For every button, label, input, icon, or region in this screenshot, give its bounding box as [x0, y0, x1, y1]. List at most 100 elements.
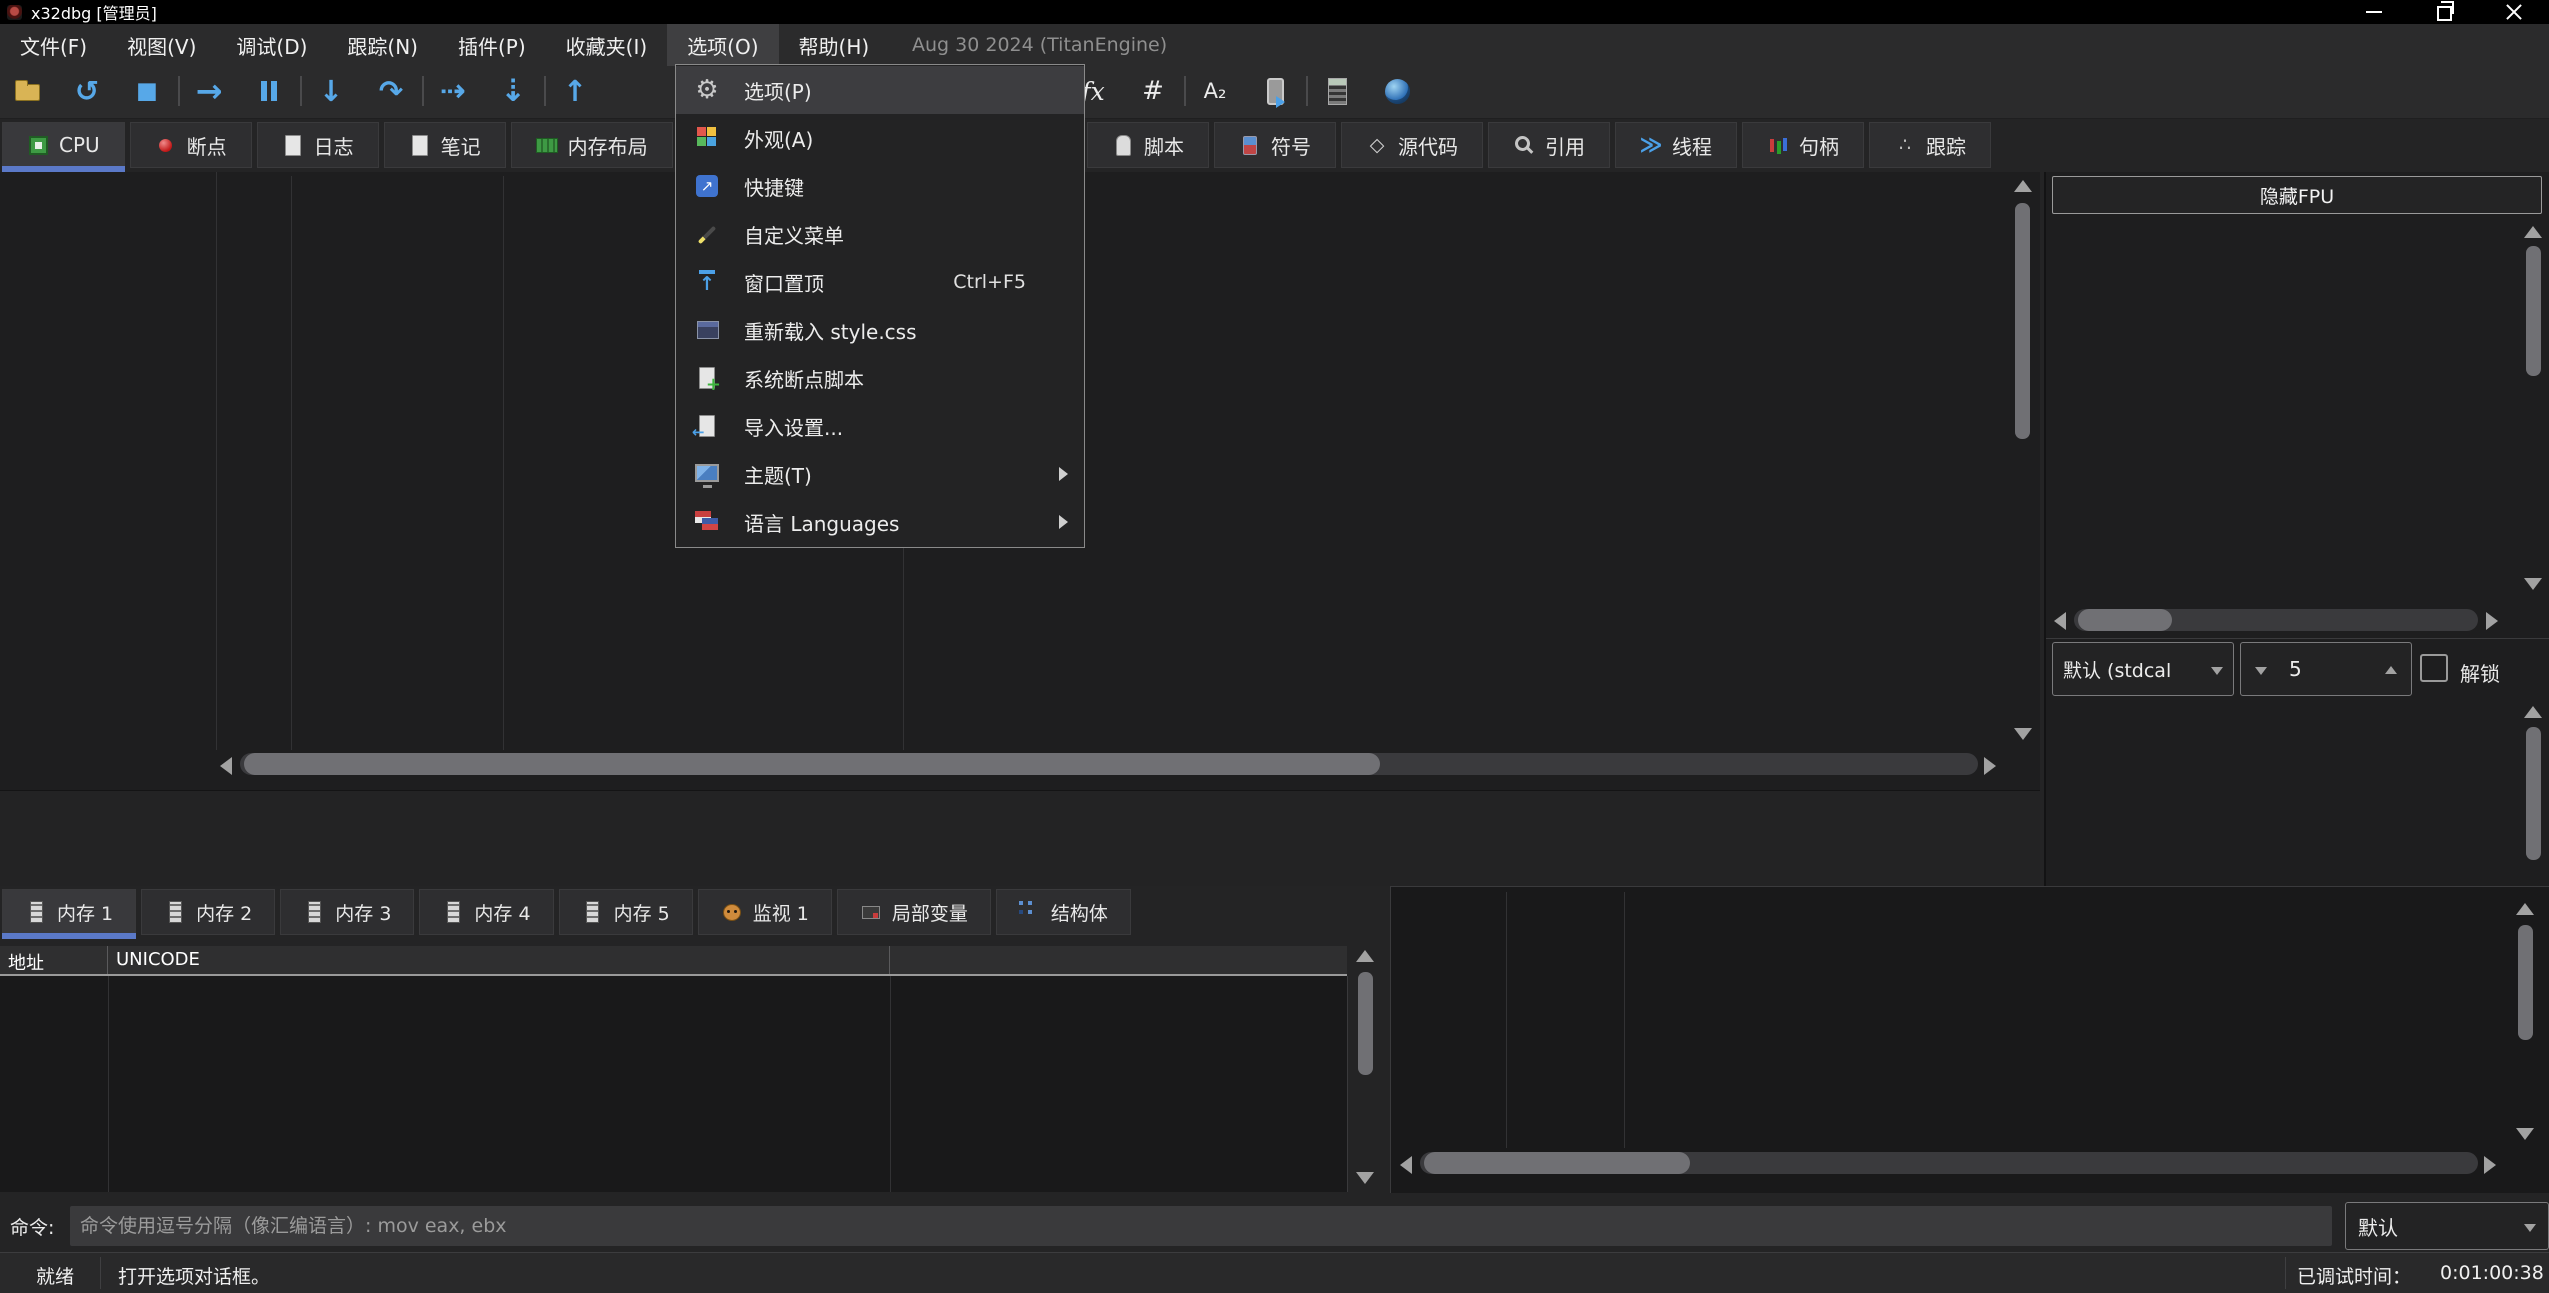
cpu-vscroll-down-arrow[interactable] [2014, 728, 2032, 740]
tab-handles[interactable]: 句柄 [1742, 122, 1864, 168]
submenu-arrow-icon [1059, 515, 1068, 529]
tab-dump-3[interactable]: 内存 3 [280, 889, 414, 935]
trace-into-button[interactable] [496, 71, 530, 111]
step-out-button[interactable] [558, 71, 592, 111]
registers-hscroll-right-arrow[interactable] [2486, 612, 2498, 630]
spinner-increment-icon[interactable] [2385, 666, 2397, 674]
cpu-hscroll-left-arrow[interactable] [220, 757, 232, 775]
menu-item-options[interactable]: 选项(P) [676, 66, 1084, 114]
tab-breakpoints[interactable]: 断点 [130, 122, 252, 168]
menu-debug[interactable]: 调试(D) [216, 24, 327, 66]
stack-panel[interactable] [1390, 886, 2549, 1193]
tab-threads[interactable]: 线程 [1615, 122, 1737, 168]
tab-cpu[interactable]: CPU [2, 122, 125, 168]
internet-button[interactable] [1380, 71, 1414, 111]
calling-convention-select[interactable]: 默认 (stdcal [2052, 642, 2234, 696]
tab-dump-5[interactable]: 内存 5 [559, 889, 693, 935]
tab-dump-2[interactable]: 内存 2 [141, 889, 275, 935]
stop-button[interactable] [130, 71, 164, 111]
column-header-address[interactable]: 地址 [0, 946, 108, 974]
menu-item-customize-menus[interactable]: 自定义菜单 [676, 210, 1084, 258]
command-input[interactable] [70, 1206, 2332, 1246]
toolbar-button[interactable] [300, 76, 302, 106]
hide-fpu-button[interactable]: 隐藏FPU [2052, 176, 2542, 214]
stack-hscroll-thumb[interactable] [1424, 1152, 1690, 1174]
menu-item-topmost[interactable]: 窗口置顶 Ctrl+F5 [676, 258, 1084, 306]
cpu-vscroll-thumb[interactable] [2015, 203, 2030, 439]
stack-vscroll-thumb[interactable] [2518, 925, 2533, 1040]
stack-vscroll-down-arrow[interactable] [2516, 1128, 2534, 1140]
stack-hscroll-right-arrow[interactable] [2484, 1156, 2496, 1174]
step-over-button[interactable] [374, 71, 408, 111]
stack-vscroll-up-arrow[interactable] [2516, 903, 2534, 915]
tab-symbols[interactable]: 符号 [1214, 122, 1336, 168]
tab-dump-1[interactable]: 内存 1 [2, 889, 136, 935]
command-profile-select[interactable]: 默认 [2345, 1202, 2549, 1250]
tab-script[interactable]: 脚本 [1087, 122, 1209, 168]
patches-button[interactable] [1136, 71, 1170, 111]
menu-trace[interactable]: 跟踪(N) [327, 24, 438, 66]
registers-vscroll-down-arrow[interactable] [2524, 578, 2542, 590]
tab-dump-4[interactable]: 内存 4 [419, 889, 553, 935]
minimize-button[interactable] [2339, 0, 2409, 24]
tab-references[interactable]: 引用 [1488, 122, 1610, 168]
modules-button[interactable] [1258, 71, 1292, 111]
tab-locals[interactable]: 局部变量 [837, 889, 991, 935]
restore-button[interactable] [2409, 0, 2479, 24]
step-into-button[interactable] [314, 71, 348, 111]
toolbar-button[interactable] [422, 76, 424, 106]
toolbar-button[interactable] [544, 76, 546, 106]
tab-source[interactable]: 源代码 [1341, 122, 1483, 168]
menu-favourites[interactable]: 收藏夹(I) [546, 24, 668, 66]
close-button[interactable] [2479, 0, 2549, 24]
menu-item-reload-style[interactable]: 重新载入 style.css [676, 306, 1084, 354]
menu-options[interactable]: 选项(O) [667, 24, 778, 66]
menu-item-shortcuts[interactable]: 快捷键 [676, 162, 1084, 210]
tab-trace[interactable]: 跟踪 [1869, 122, 1991, 168]
toolbar-button[interactable] [1184, 76, 1186, 106]
tab-log[interactable]: 日志 [257, 122, 379, 168]
restart-button[interactable] [70, 71, 104, 111]
args-vscroll-thumb[interactable] [2526, 727, 2541, 860]
menu-item-icon [692, 172, 722, 200]
spinner-decrement-icon[interactable] [2255, 667, 2267, 675]
menu-help[interactable]: 帮助(H) [779, 24, 890, 66]
args-vscroll-up-arrow[interactable] [2524, 706, 2542, 718]
column-header-unicode[interactable]: UNICODE [108, 946, 890, 974]
toolbar-button[interactable] [178, 76, 180, 106]
menu-item-system-bp-script[interactable]: 系统断点脚本 [676, 354, 1084, 402]
menu-view[interactable]: 视图(V) [107, 24, 216, 66]
tab-notes[interactable]: 笔记 [384, 122, 506, 168]
calculator-button[interactable] [1320, 71, 1354, 111]
toolbar-button[interactable] [1306, 76, 1308, 106]
tab-watch-1[interactable]: 监视 1 [698, 889, 832, 935]
memory-vscroll-down-arrow[interactable] [1356, 1172, 1374, 1184]
argument-count-spinner[interactable]: 5 [2240, 642, 2412, 696]
registers-vscroll-thumb[interactable] [2526, 246, 2541, 376]
memory-dump-body[interactable] [0, 976, 1348, 1192]
tab-memory-map[interactable]: 内存布局 [511, 122, 673, 168]
run-to-user-button[interactable] [436, 71, 470, 111]
menu-item-import-settings[interactable]: 导入设置... [676, 402, 1084, 450]
registers-vscroll-up-arrow[interactable] [2524, 226, 2542, 238]
cpu-hscroll-right-arrow[interactable] [1984, 757, 1996, 775]
tab-struct[interactable]: 结构体 [996, 889, 1131, 935]
memory-vscroll-thumb[interactable] [1358, 972, 1373, 1075]
memory-vscroll-up-arrow[interactable] [1356, 950, 1374, 962]
menu-plugins[interactable]: 插件(P) [438, 24, 546, 66]
comment-button[interactable] [1198, 71, 1232, 111]
menu-item-theme[interactable]: 主题(T) [676, 450, 1084, 498]
open-file-button[interactable] [10, 71, 44, 111]
stack-hscroll-left-arrow[interactable] [1400, 1156, 1412, 1174]
registers-hscroll-left-arrow[interactable] [2054, 612, 2066, 630]
registers-hscroll-thumb[interactable] [2078, 609, 2172, 631]
cpu-hscroll-thumb[interactable] [244, 753, 1380, 775]
unlock-checkbox[interactable] [2420, 654, 2448, 682]
debug-time-value: 0:01:00:38 [2440, 1262, 2544, 1284]
menu-item-languages[interactable]: 语言 Languages [676, 498, 1084, 546]
run-button[interactable] [192, 71, 226, 111]
cpu-vscroll-up-arrow[interactable] [2014, 180, 2032, 192]
menu-file[interactable]: 文件(F) [0, 24, 107, 66]
pause-button[interactable] [252, 71, 286, 111]
menu-item-appearance[interactable]: 外观(A) [676, 114, 1084, 162]
